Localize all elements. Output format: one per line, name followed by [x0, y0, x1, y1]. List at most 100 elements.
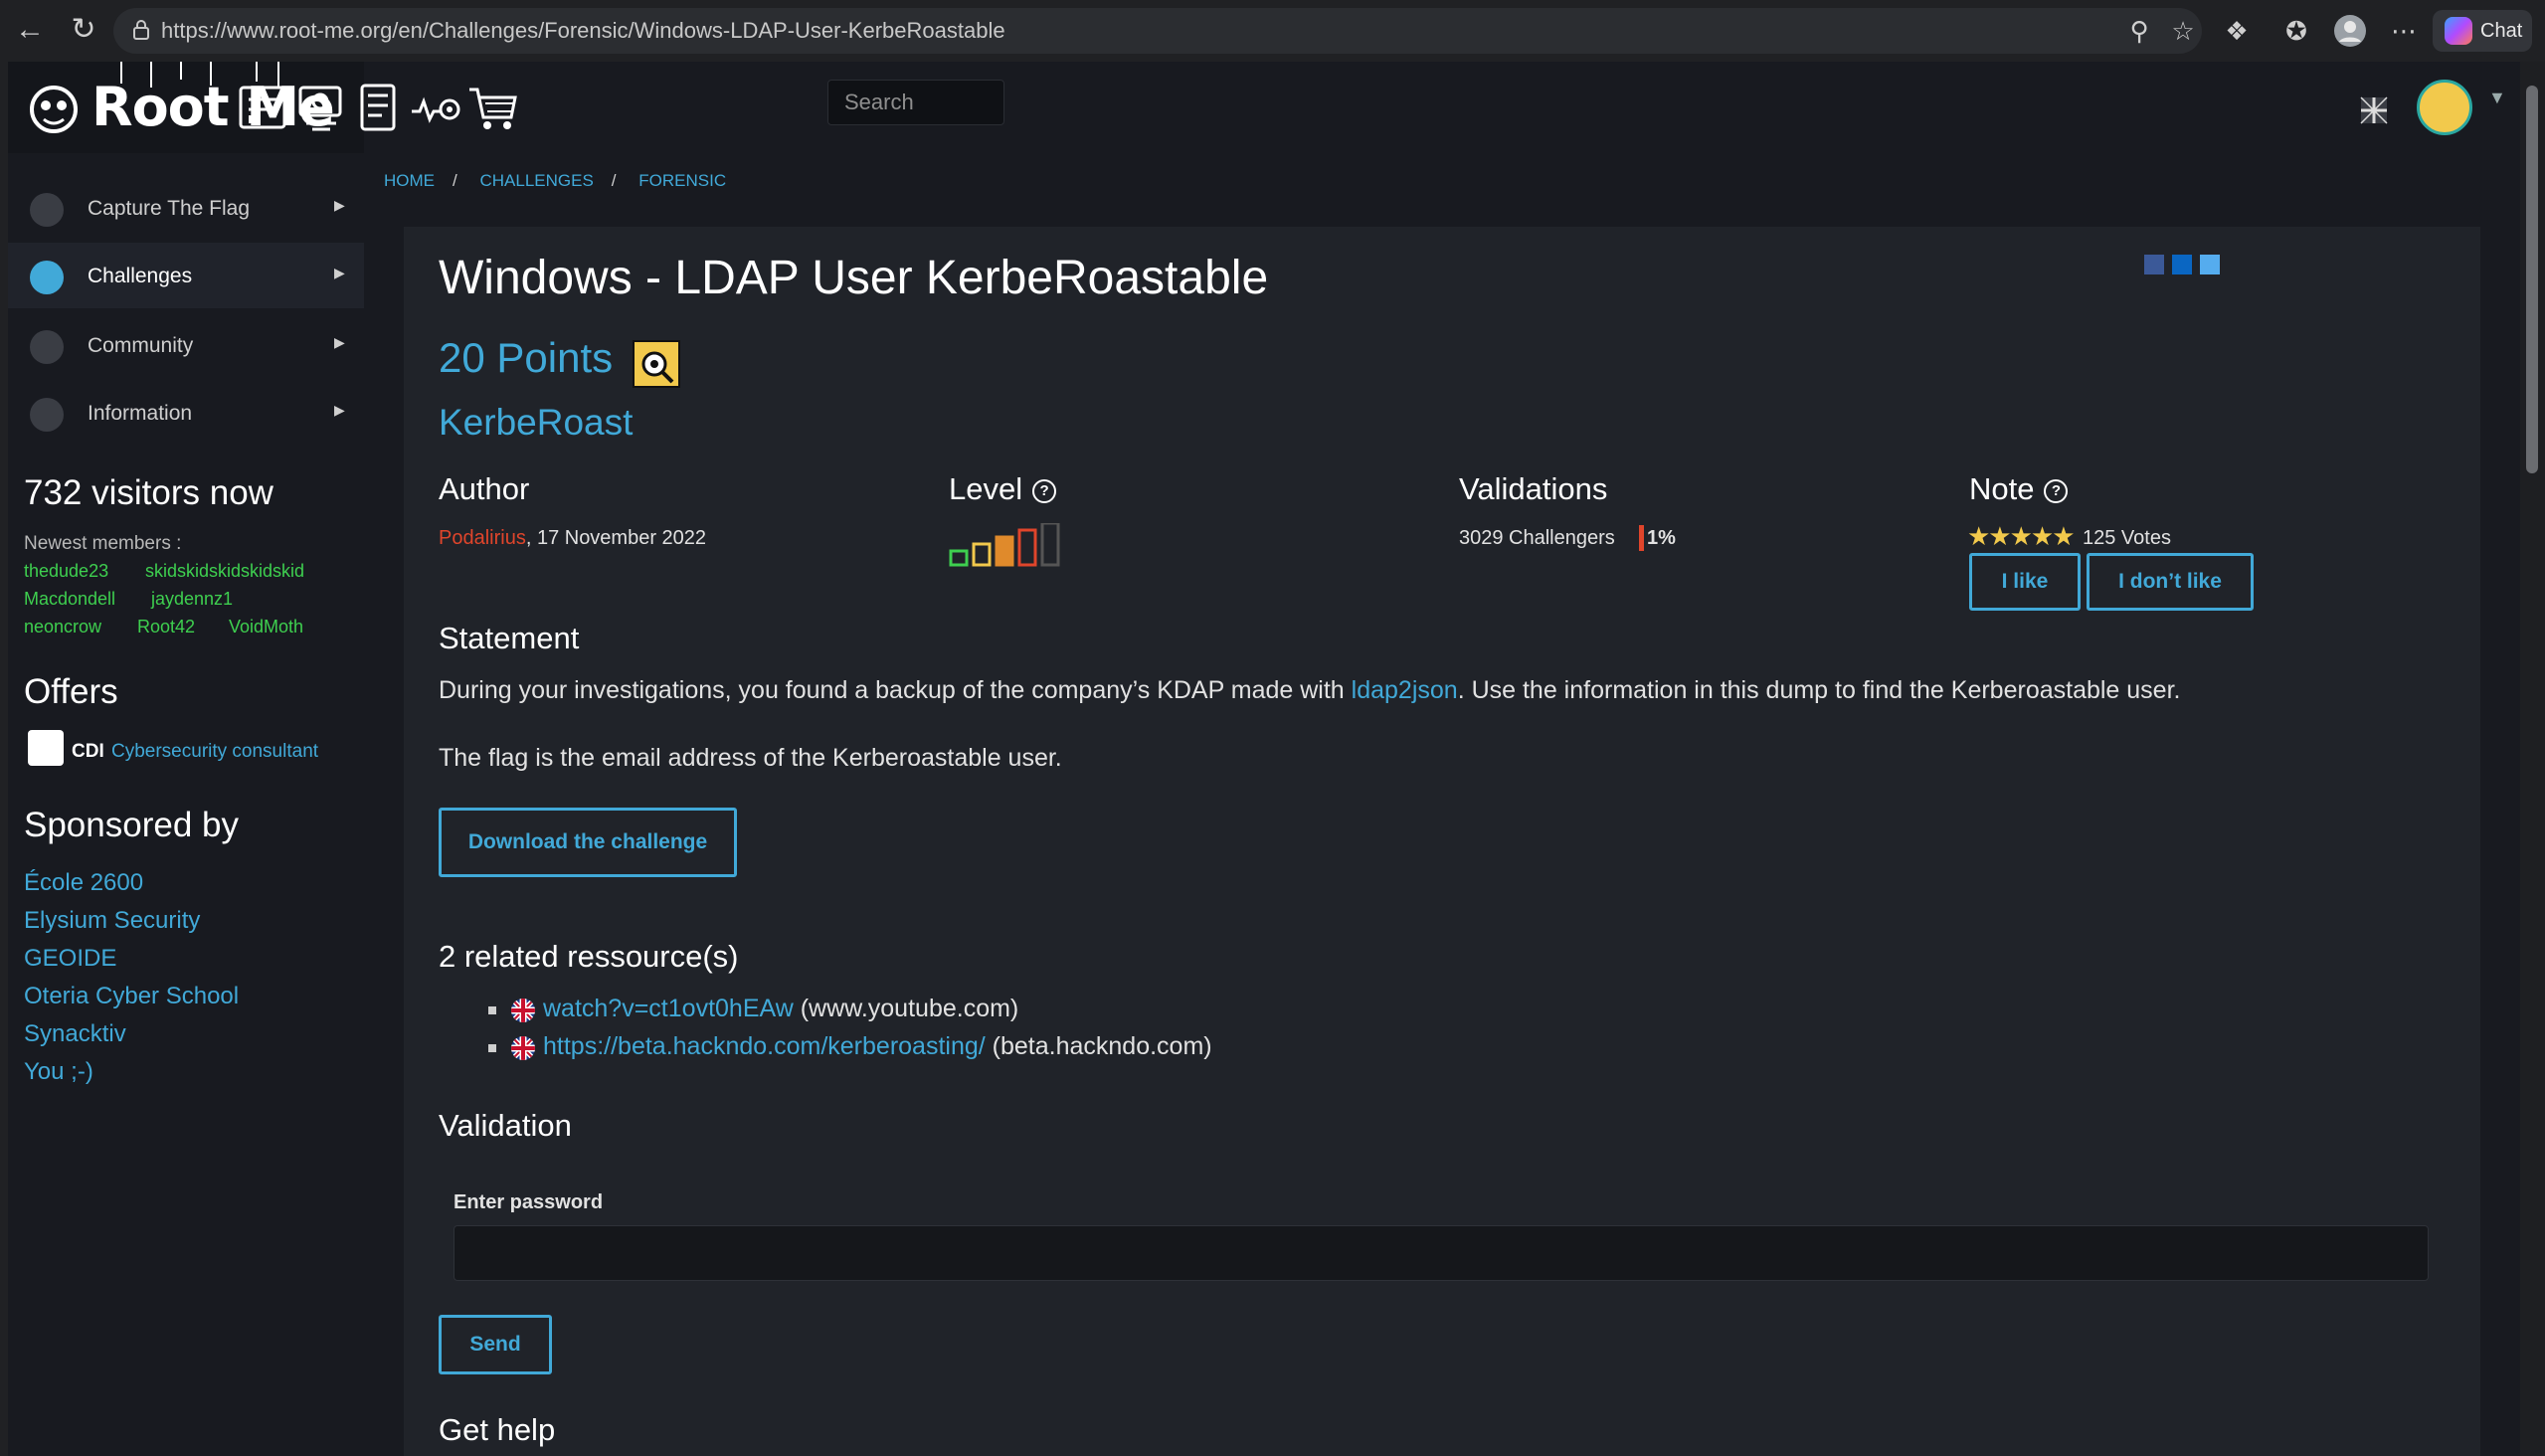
- lock-icon: [133, 20, 149, 40]
- member-link[interactable]: neoncrow: [24, 617, 101, 637]
- chevron-right-icon: ▶: [334, 402, 345, 418]
- member-link[interactable]: skidskidskidskidskid: [145, 561, 304, 582]
- sponsor-link[interactable]: You ;-): [24, 1058, 93, 1086]
- statement-text: During your investigations, you found a …: [439, 676, 2180, 705]
- note-label: Note: [1969, 471, 2035, 506]
- validation-title: Validation: [439, 1108, 572, 1143]
- member-link[interactable]: thedude23: [24, 561, 108, 582]
- sidebar-item-capture-the-flag[interactable]: Capture The Flag ▶: [8, 175, 364, 241]
- favorite-star-icon[interactable]: ☆: [2166, 14, 2200, 48]
- reload-icon[interactable]: ↻: [66, 12, 101, 48]
- twitter-icon[interactable]: [2200, 255, 2220, 274]
- tools-nav-icon[interactable]: [408, 82, 463, 135]
- challenge-tag[interactable]: KerbeRoast: [439, 402, 633, 444]
- breadcrumb-separator: /: [453, 171, 457, 190]
- chat-label: Chat: [2480, 20, 2523, 42]
- extensions-icon[interactable]: ❖: [2220, 14, 2254, 48]
- challenges-nav-icon[interactable]: [235, 82, 290, 135]
- sidebar: Capture The Flag ▶ Challenges ▶ Communit…: [8, 153, 364, 1456]
- password-label: Enter password: [454, 1191, 604, 1213]
- resource-link[interactable]: watch?v=ct1ovt0hEAw: [543, 995, 794, 1022]
- ldap2json-link[interactable]: ldap2json: [1352, 676, 1458, 704]
- rating-stars: ★★★★★: [1967, 521, 2076, 551]
- validations-count[interactable]: 3029 Challengers: [1459, 527, 1615, 550]
- user-avatar[interactable]: [2417, 80, 2472, 135]
- level-heading: Level?: [949, 471, 1057, 507]
- validation-percent-bar: [1639, 525, 1644, 551]
- shop-nav-icon[interactable]: [465, 82, 521, 135]
- sidebar-item-label: Community: [88, 334, 194, 357]
- scrollbar[interactable]: [2520, 62, 2545, 1456]
- password-input[interactable]: [454, 1225, 2429, 1281]
- sponsor-link[interactable]: École 2600: [24, 869, 143, 897]
- help-icon[interactable]: ?: [1032, 478, 1057, 503]
- documentation-nav-icon[interactable]: [350, 82, 406, 135]
- address-bar[interactable]: https://www.root-me.org/en/Challenges/Fo…: [113, 8, 2202, 54]
- chevron-right-icon: ▶: [334, 334, 345, 350]
- information-icon: [30, 398, 64, 432]
- send-button[interactable]: Send: [439, 1315, 552, 1374]
- votes-count: 125 Votes: [2083, 527, 2171, 549]
- breadcrumb-home[interactable]: HOME: [384, 171, 435, 190]
- sidebar-item-community[interactable]: Community ▶: [8, 312, 364, 378]
- resource-domain: (beta.hackndo.com): [985, 1032, 1212, 1060]
- breadcrumb-separator: /: [611, 171, 617, 190]
- download-challenge-button[interactable]: Download the challenge: [439, 808, 737, 877]
- forensic-category-icon: [633, 340, 680, 388]
- key-icon[interactable]: ⚲: [2122, 14, 2156, 48]
- sponsor-link[interactable]: GEOIDE: [24, 945, 116, 973]
- dislike-button[interactable]: I don’t like: [2087, 553, 2254, 611]
- chevron-right-icon: ▶: [334, 197, 345, 213]
- sidebar-item-information[interactable]: Information ▶: [8, 380, 364, 446]
- resource-link[interactable]: https://beta.hackndo.com/kerberoasting/: [543, 1032, 986, 1060]
- back-icon[interactable]: ←: [12, 12, 48, 48]
- copilot-icon: [2445, 17, 2472, 45]
- member-link[interactable]: VoidMoth: [229, 617, 303, 637]
- profile-icon[interactable]: [2333, 14, 2367, 48]
- resource-domain: (www.youtube.com): [793, 995, 1019, 1022]
- author-label: Author: [439, 471, 530, 506]
- sidebar-item-label: Information: [88, 402, 193, 425]
- ctf-nav-icon[interactable]: [292, 82, 348, 135]
- url-text: https://www.root-me.org/en/Challenges/Fo…: [161, 18, 1005, 43]
- chevron-right-icon: ▶: [334, 265, 345, 280]
- author-date: , 17 November 2022: [525, 527, 707, 549]
- offer-company: CDI: [72, 741, 104, 762]
- level-bar: [1017, 528, 1037, 567]
- offer-link[interactable]: Cybersecurity consultant: [111, 741, 318, 763]
- resource-item: https://beta.hackndo.com/kerberoasting/ …: [543, 1032, 1212, 1061]
- sidebar-item-challenges[interactable]: Challenges ▶: [8, 243, 364, 308]
- member-link[interactable]: Root42: [137, 617, 195, 637]
- language-icon[interactable]: [2359, 95, 2389, 125]
- linkedin-icon[interactable]: [2172, 255, 2192, 274]
- like-button[interactable]: I like: [1969, 553, 2081, 611]
- sponsor-link[interactable]: Oteria Cyber School: [24, 983, 239, 1010]
- challenge-points: 20 Points: [439, 334, 614, 381]
- member-link[interactable]: jaydennz1: [151, 589, 233, 610]
- favorites-icon[interactable]: ✪: [2279, 14, 2313, 48]
- breadcrumb-challenges[interactable]: CHALLENGES: [479, 171, 593, 190]
- help-icon[interactable]: ?: [2044, 478, 2069, 503]
- member-link[interactable]: Macdondell: [24, 589, 115, 610]
- more-icon[interactable]: ⋯: [2387, 14, 2421, 48]
- scrollbar-thumb[interactable]: [2526, 86, 2538, 473]
- author-name[interactable]: Podalirius: [439, 527, 526, 549]
- breadcrumb: HOME / CHALLENGES / FORENSIC: [384, 171, 744, 191]
- breadcrumb-forensic[interactable]: FORENSIC: [638, 171, 726, 190]
- chevron-down-icon[interactable]: ▼: [2488, 88, 2506, 108]
- level-bar: [995, 535, 1014, 567]
- level-bar: [949, 549, 969, 567]
- browser-toolbar: ← ↻ https://www.root-me.org/en/Challenge…: [0, 0, 2545, 62]
- statement-title: Statement: [439, 621, 580, 655]
- challenges-icon: [30, 261, 64, 294]
- sponsor-link[interactable]: Synacktiv: [24, 1020, 126, 1048]
- note-heading: Note?: [1969, 471, 2069, 507]
- search-input[interactable]: [827, 80, 1004, 125]
- community-icon: [30, 330, 64, 364]
- facebook-icon[interactable]: [2144, 255, 2164, 274]
- sponsor-link[interactable]: Elysium Security: [24, 907, 200, 935]
- uk-flag-icon: [511, 1036, 535, 1060]
- copilot-chat-button[interactable]: Chat: [2433, 10, 2532, 52]
- flag-icon: [30, 193, 64, 227]
- site-header: Root Me ▼: [8, 62, 2520, 153]
